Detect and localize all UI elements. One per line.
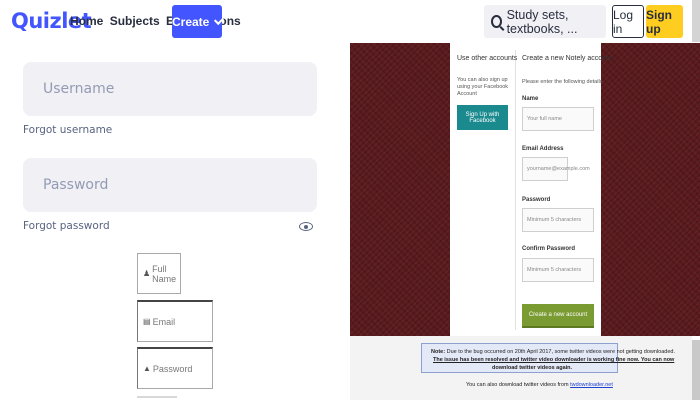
nav-link-subjects[interactable]: Subjects xyxy=(110,14,160,28)
notice-line-4: You can also download twitter videos fro… xyxy=(466,382,613,389)
notice-text-4: You can also download twitter videos fro… xyxy=(466,382,569,388)
create-button[interactable]: Create xyxy=(172,5,225,38)
password-field-small[interactable]: ▲ Password xyxy=(137,347,213,389)
email-field[interactable]: ▤ Email xyxy=(137,300,213,342)
signup-button[interactable]: Sign up xyxy=(646,5,683,38)
divider xyxy=(137,396,177,398)
top-navigation-bar: Quizlet Home Subjects Explanations Creat… xyxy=(0,0,700,42)
confirm-password-input[interactable]: Minimum 5 characters xyxy=(522,258,594,282)
full-name-placeholder: Full Name xyxy=(152,263,177,284)
notice-line-1: Note: Due to the bug occurred on 20th Ap… xyxy=(431,349,675,356)
create-account-description: Please enter the following details xyxy=(522,79,603,85)
vertical-scrollbar[interactable] xyxy=(692,340,700,400)
user-icon: ♟ xyxy=(143,269,151,278)
twdownloader-link[interactable]: twdownloader.net xyxy=(570,382,613,388)
password-placeholder-small: Password xyxy=(152,363,193,374)
confirm-password-label: Confirm Password xyxy=(522,246,576,252)
search-input[interactable]: Study sets, textbooks, ... xyxy=(484,5,606,38)
lock-icon: ▲ xyxy=(143,364,151,373)
window-scrollbar[interactable] xyxy=(692,0,700,42)
facebook-signup-button[interactable]: Sign Up with Facebook xyxy=(457,105,508,130)
other-accounts-title: Use other accounts xyxy=(457,55,518,62)
name-label: Name xyxy=(522,96,539,102)
create-label: Create xyxy=(172,14,210,29)
notice-line-2: The issue has been resolved and twitter … xyxy=(433,357,674,364)
create-account-button[interactable]: Create a new account xyxy=(522,304,594,328)
email-placeholder: Email xyxy=(152,316,176,327)
login-button[interactable]: Log in xyxy=(612,5,644,38)
forgot-username-link[interactable]: Forgot username xyxy=(23,124,112,136)
name-input[interactable]: Your full name xyxy=(522,107,594,131)
notice-note-label: Note: xyxy=(431,349,446,355)
envelope-icon: ▤ xyxy=(143,317,151,326)
other-accounts-description: You can also sign up using your Facebook… xyxy=(457,77,509,97)
forgot-password-link[interactable]: Forgot password xyxy=(23,220,110,232)
notice-text-2: The issue has been resolved and twitter … xyxy=(433,357,675,363)
username-field[interactable]: Username xyxy=(23,62,317,116)
password-label: Password xyxy=(522,197,551,203)
full-name-field[interactable]: ♟ Full Name xyxy=(137,253,181,294)
nav-link-home[interactable]: Home xyxy=(70,14,103,28)
email-input[interactable]: yourname@example.com xyxy=(522,157,590,181)
email-label: Email Address xyxy=(522,146,564,152)
search-placeholder: Study sets, textbooks, ... xyxy=(506,7,578,36)
modal-divider xyxy=(515,50,516,330)
show-password-eye-icon[interactable] xyxy=(299,222,313,231)
notice-line-3: download twitter videos again. xyxy=(492,365,572,372)
notice-text-3: download twitter videos again. xyxy=(492,365,573,371)
password-field[interactable]: Password xyxy=(23,158,317,212)
password-input[interactable]: Minimum 5 characters xyxy=(522,208,594,232)
notice-text-1: Due to the bug occurred on 20th April 20… xyxy=(446,349,675,355)
create-account-title: Create a new Notely account xyxy=(522,55,612,62)
search-icon xyxy=(491,15,502,28)
